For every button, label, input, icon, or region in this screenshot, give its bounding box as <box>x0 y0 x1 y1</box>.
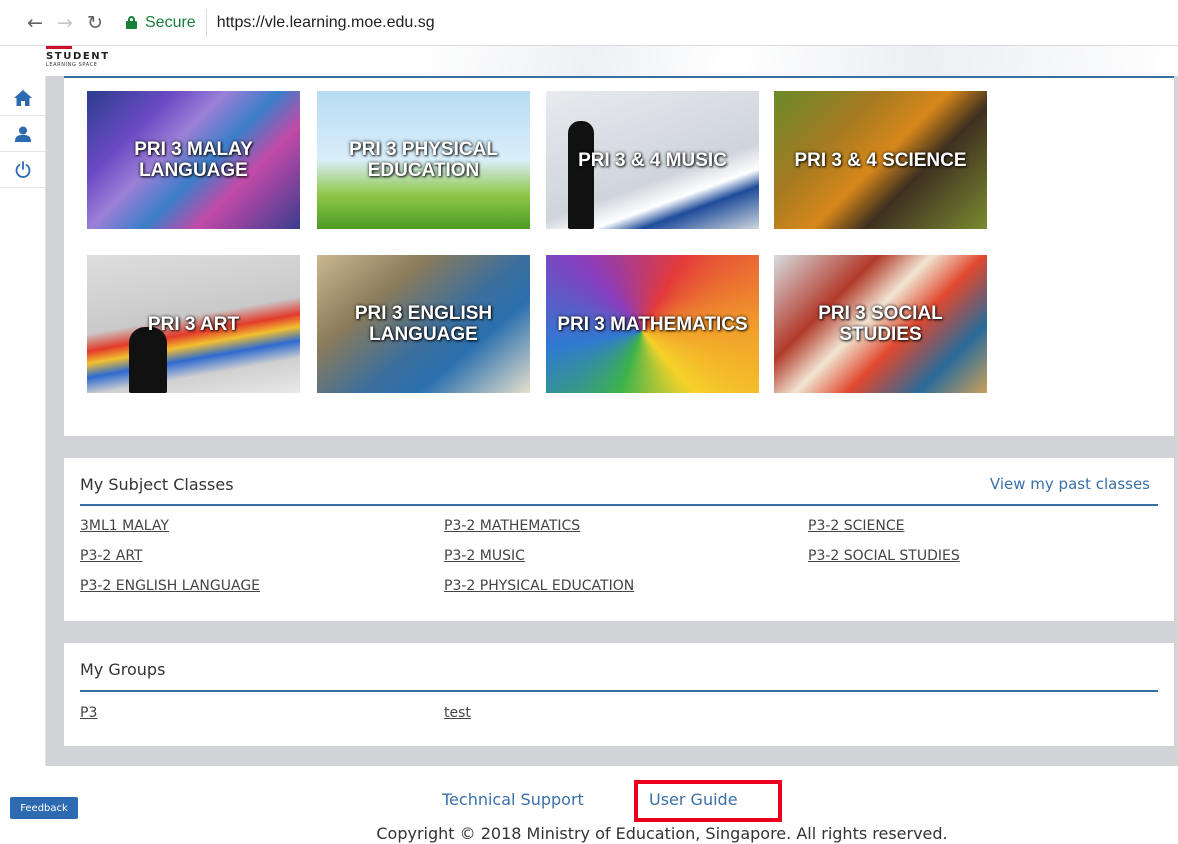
class-link[interactable]: P3-2 MATHEMATICS <box>444 518 580 534</box>
subject-tiles-panel: PRI 3 MALAY LANGUAGE PRI 3 PHYSICAL EDUC… <box>64 76 1174 436</box>
subject-tile-english[interactable]: PRI 3 ENGLISH LANGUAGE <box>317 255 530 393</box>
class-link[interactable]: 3ML1 MALAY <box>80 518 169 534</box>
sidebar-item-logout[interactable] <box>0 152 46 188</box>
user-icon <box>15 126 31 142</box>
arrow-left-icon[interactable]: ← <box>20 12 50 34</box>
group-link[interactable]: test <box>444 705 471 721</box>
main-content: PRI 3 MALAY LANGUAGE PRI 3 PHYSICAL EDUC… <box>46 76 1178 766</box>
subject-tile-social-studies[interactable]: PRI 3 SOCIAL STUDIES <box>774 255 987 393</box>
logo-sub-text: LEARNING SPACE <box>46 62 98 68</box>
subject-tile-label: PRI 3 PHYSICAL EDUCATION <box>349 139 498 181</box>
groups-title: My Groups <box>80 660 166 679</box>
class-link[interactable]: P3-2 ART <box>80 548 143 564</box>
subject-tile-label: PRI 3 MALAY LANGUAGE <box>134 139 253 181</box>
reload-icon[interactable]: ↻ <box>80 12 110 34</box>
power-icon <box>15 161 31 178</box>
sidebar-item-profile[interactable] <box>0 116 46 152</box>
copyright-text: Copyright © 2018 Ministry of Education, … <box>376 824 948 843</box>
footer: Technical Support User Guide Copyright ©… <box>46 766 1178 844</box>
music-silhouette <box>568 121 594 229</box>
logo-red-bar <box>46 46 72 49</box>
secure-label: Secure <box>145 13 196 31</box>
lock-icon <box>126 16 137 29</box>
class-link[interactable]: P3-2 ENGLISH LANGUAGE <box>80 578 260 594</box>
group-link[interactable]: P3 <box>80 705 97 721</box>
subject-tile-label: PRI 3 MATHEMATICS <box>557 313 748 335</box>
subject-tile-label: PRI 3 SOCIAL STUDIES <box>818 303 943 345</box>
panel-divider <box>80 690 1158 692</box>
browser-toolbar: ← → ↻ Secure https://vle.learning.moe.ed… <box>0 0 1178 46</box>
subject-tile-physical-education[interactable]: PRI 3 PHYSICAL EDUCATION <box>317 91 530 229</box>
sidebar-item-home[interactable] <box>0 80 46 116</box>
art-silhouette <box>129 327 167 393</box>
groups-panel: My Groups P3 test <box>64 643 1174 746</box>
arrow-right-icon[interactable]: → <box>50 12 80 34</box>
class-link[interactable]: P3-2 SOCIAL STUDIES <box>808 548 960 564</box>
app-header: STUDENT LEARNING SPACE <box>0 46 1178 76</box>
view-past-classes-link[interactable]: View my past classes <box>990 475 1150 493</box>
subject-tile-malay[interactable]: PRI 3 MALAY LANGUAGE <box>87 91 300 229</box>
subject-tile-label: PRI 3 & 4 SCIENCE <box>794 149 967 171</box>
subject-tile-mathematics[interactable]: PRI 3 MATHEMATICS <box>546 255 759 393</box>
feedback-button[interactable]: Feedback <box>10 797 78 819</box>
class-link[interactable]: P3-2 PHYSICAL EDUCATION <box>444 578 634 594</box>
sidebar <box>0 76 46 766</box>
user-guide-highlight <box>634 780 782 822</box>
subject-tile-label: PRI 3 & 4 MUSIC <box>578 149 727 171</box>
class-link[interactable]: P3-2 SCIENCE <box>808 518 905 534</box>
subject-tile-label: PRI 3 ENGLISH LANGUAGE <box>354 303 493 345</box>
class-link[interactable]: P3-2 MUSIC <box>444 548 525 564</box>
logo-main-text: STUDENT <box>46 51 110 62</box>
home-icon <box>14 89 32 106</box>
subject-tile-art[interactable]: PRI 3 ART <box>87 255 300 393</box>
address-bar[interactable]: https://vle.learning.moe.edu.sg <box>217 14 435 32</box>
subject-tile-science[interactable]: PRI 3 & 4 SCIENCE <box>774 91 987 229</box>
panel-divider <box>80 504 1158 506</box>
subject-classes-panel: My Subject Classes View my past classes … <box>64 458 1174 621</box>
subject-tile-music[interactable]: PRI 3 & 4 MUSIC <box>546 91 759 229</box>
technical-support-link[interactable]: Technical Support <box>442 790 584 809</box>
subject-classes-title: My Subject Classes <box>80 475 234 494</box>
subject-tile-label: PRI 3 ART <box>147 313 240 335</box>
app-logo[interactable]: STUDENT LEARNING SPACE <box>46 46 110 69</box>
security-indicator[interactable]: Secure <box>126 8 207 37</box>
